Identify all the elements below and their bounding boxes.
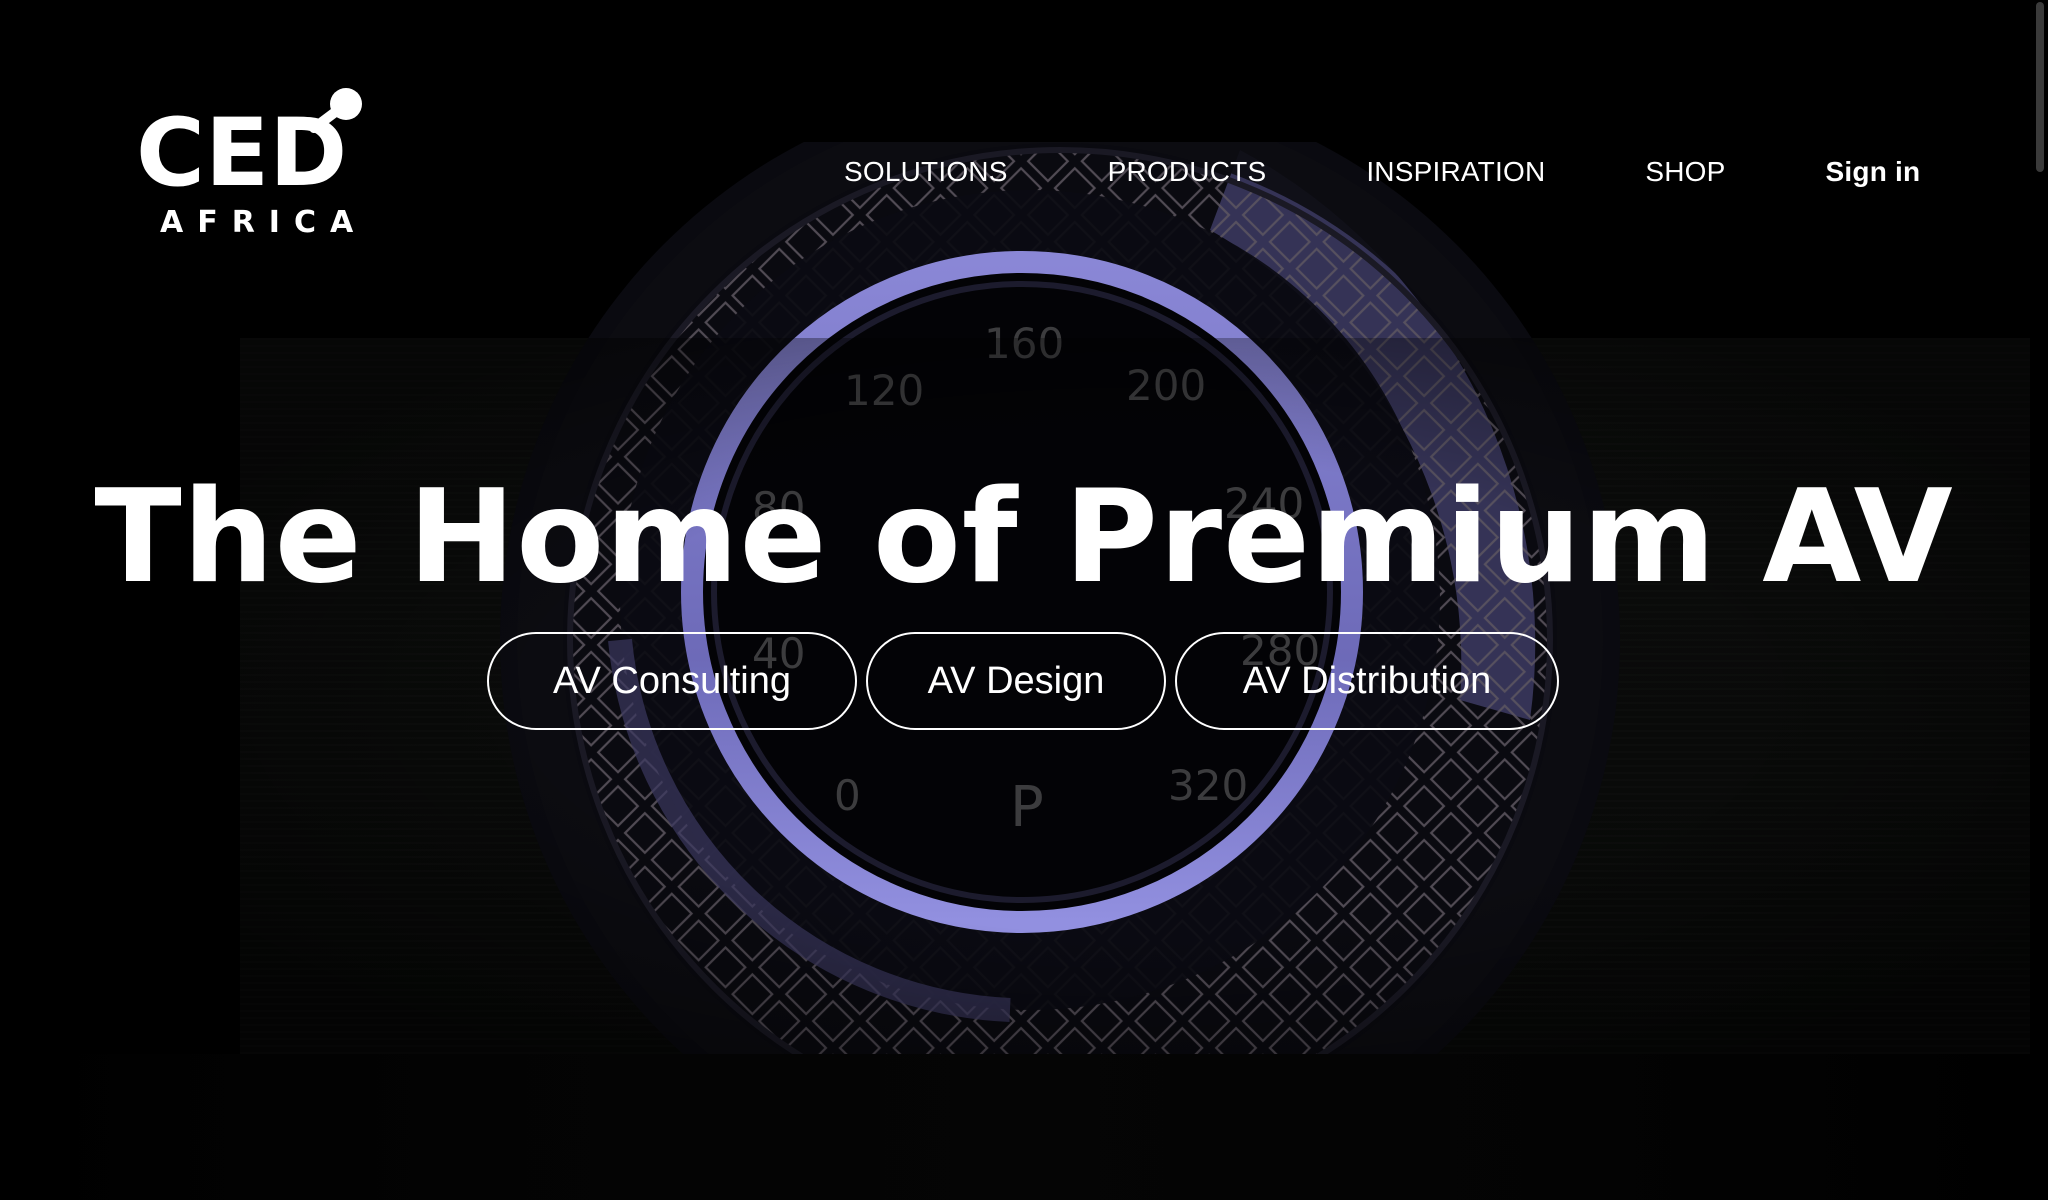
av-distribution-button[interactable]: AV Distribution bbox=[1175, 632, 1559, 730]
svg-text:AFRICA: AFRICA bbox=[160, 205, 366, 236]
ced-africa-logo[interactable]: CED AFRICA bbox=[134, 86, 366, 236]
svg-text:CED: CED bbox=[136, 99, 347, 208]
av-consulting-button[interactable]: AV Consulting bbox=[487, 632, 857, 730]
sign-in-link[interactable]: Sign in bbox=[1826, 156, 1921, 188]
page-scrollbar[interactable] bbox=[2032, 0, 2048, 1200]
hero-headline: The Home of Premium AV bbox=[94, 463, 1954, 612]
scrollbar-thumb[interactable] bbox=[2036, 2, 2044, 172]
nav-link-shop[interactable]: SHOP bbox=[1645, 156, 1725, 188]
nav-link-inspiration[interactable]: INSPIRATION bbox=[1366, 156, 1545, 188]
nav-link-products[interactable]: PRODUCTS bbox=[1108, 156, 1267, 188]
nav-link-solutions[interactable]: SOLUTIONS bbox=[844, 156, 1008, 188]
page: 120 160 200 80 240 40 280 0 P 320 CED AF… bbox=[0, 0, 2048, 1200]
av-design-button[interactable]: AV Design bbox=[866, 632, 1166, 730]
main-navigation: SOLUTIONS PRODUCTS INSPIRATION SHOP Sign… bbox=[844, 150, 1920, 194]
hero-service-buttons: AV Consulting AV Design AV Distribution bbox=[487, 632, 1559, 730]
